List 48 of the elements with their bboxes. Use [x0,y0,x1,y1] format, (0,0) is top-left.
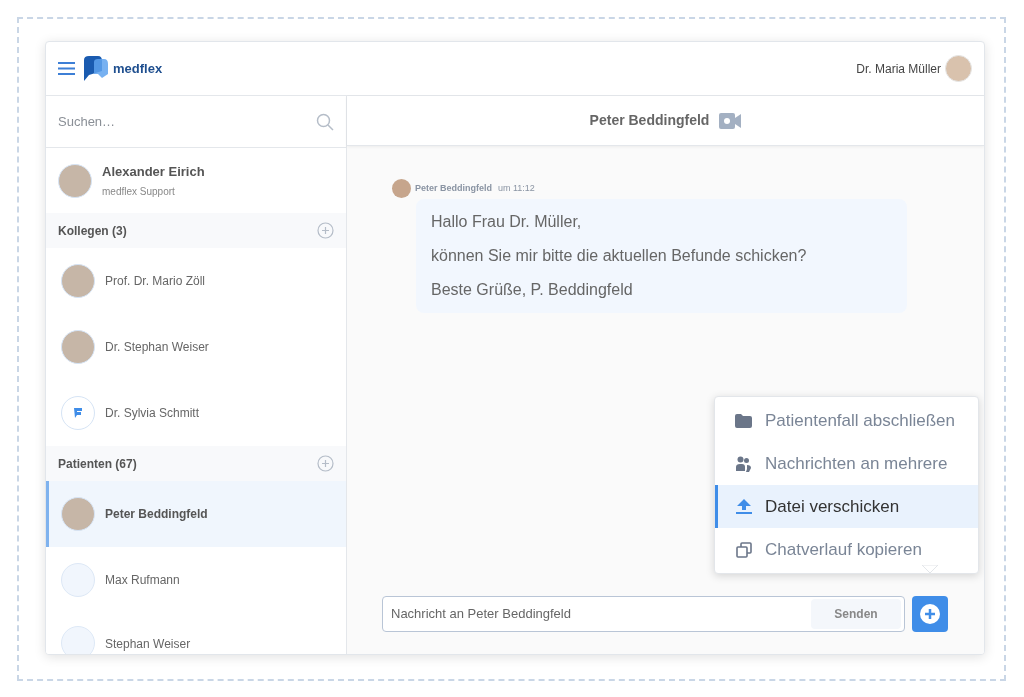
contact-item[interactable]: Alexander Eirich medflex Support [46,148,346,213]
avatar-photo-placeholder [58,163,92,198]
send-button[interactable]: Senden [811,599,901,629]
search-icon[interactable] [316,112,334,131]
contact-item[interactable]: Stephan Weiser [46,613,346,654]
add-button[interactable] [912,596,948,632]
menu-item[interactable]: Patientenfall abschließen [715,399,978,442]
add-icon[interactable] [317,222,334,239]
message-text: können Sie mir bitte die aktuellen Befunde schicken? [431,246,808,266]
user-avatar[interactable] [945,55,972,82]
brand-name: medflex [113,59,163,78]
contact-name: Dr. Stephan Weiser [105,339,209,356]
contact-name: Dr. Sylvia Schmitt [105,405,200,422]
message-text: Hallo Frau Dr. Müller, [431,212,583,232]
message-text: Beste Grüße, P. Beddingfeld [431,280,634,300]
menu-item[interactable]: Nachrichten an mehrere [715,442,978,485]
avatar-photo-placeholder [392,179,411,198]
copy-icon [735,541,752,558]
logo-icon [74,408,82,418]
users-icon [736,455,751,472]
video-camera-icon[interactable] [719,112,742,129]
contact-item[interactable]: Peter Beddingfeld [46,481,346,547]
logo-icon [84,56,108,81]
avatar-photo-placeholder [61,497,95,531]
user-name: Dr. Maria Müller [856,60,941,78]
contact-name: Stephan Weiser [105,636,191,653]
upload-icon [735,499,752,514]
avatar-photo-placeholder [61,330,95,364]
contact-name: Max Rufmann [105,572,180,589]
chat-title: Peter Beddingfeld [589,111,710,130]
section-title: Kollegen (3) [58,222,127,240]
folder-icon [735,413,752,428]
menu-item[interactable]: Datei verschicken [715,485,978,528]
add-icon[interactable] [317,455,334,472]
section-title: Patienten (67) [58,455,137,473]
search-field[interactable]: Suchen… [58,111,316,132]
menu-item[interactable]: Chatverlauf kopieren [715,528,978,571]
avatar-placeholder [61,563,95,597]
sender-name: Peter Beddingfeld [415,181,492,195]
contact-name: Peter Beddingfeld [105,506,208,523]
avatar-photo-placeholder [61,264,95,298]
message-time: um 11:12 [498,181,535,195]
contact-name: Prof. Dr. Mario Zöll [105,273,206,290]
contact-name: Alexander Eirich [102,163,205,182]
contact-subtitle: medflex Support [102,184,176,199]
menu-icon[interactable] [58,62,75,75]
message-input[interactable]: Nachricht an Peter Beddingfeld Senden [382,596,905,632]
plus-icon [920,604,940,624]
